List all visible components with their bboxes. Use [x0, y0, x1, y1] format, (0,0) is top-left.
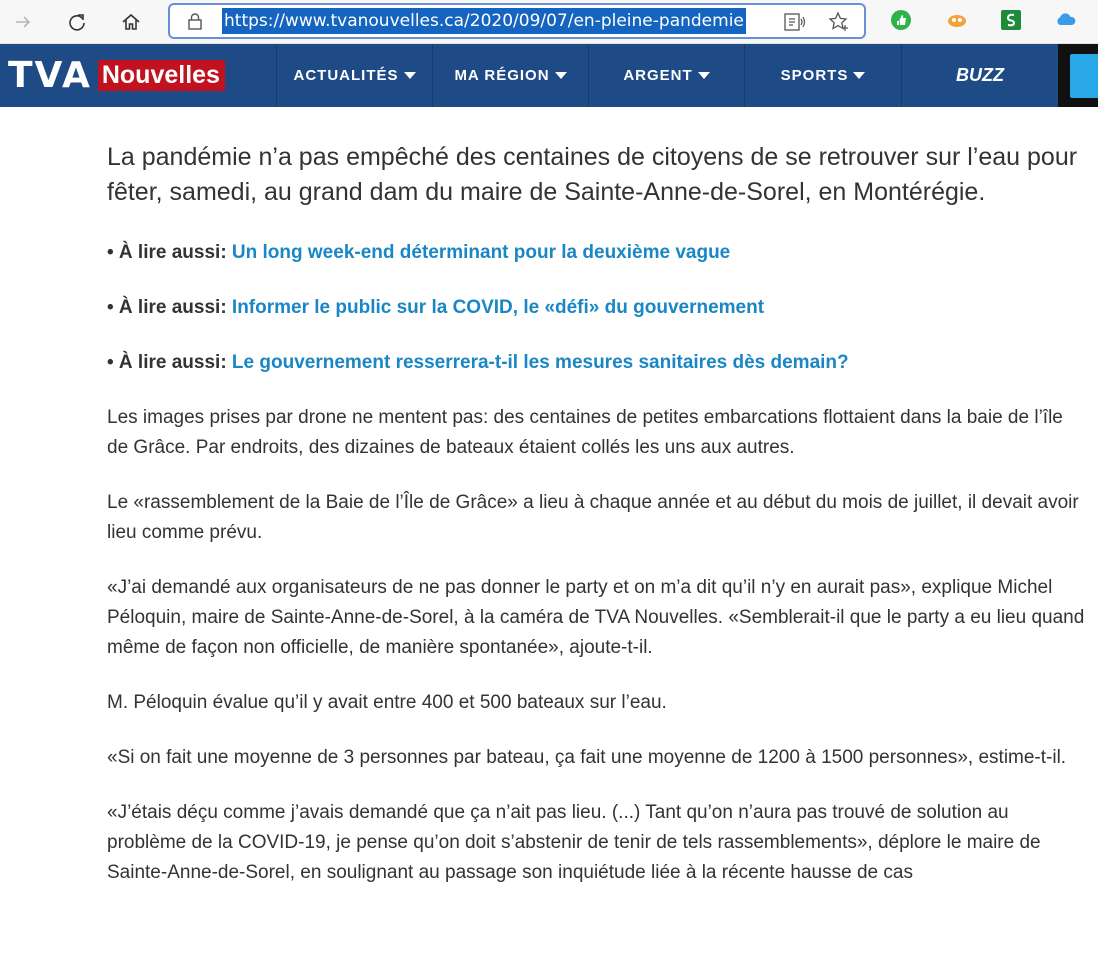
read-also-item: • À lire aussi: Informer le public sur l…	[107, 293, 1087, 323]
caret-down-icon	[403, 71, 416, 79]
article-paragraph: «J’étais déçu comme j’avais demandé que …	[107, 802, 1041, 883]
logo-nouvelles: Nouvelles	[97, 60, 225, 91]
address-bar[interactable]: https://www.tvanouvelles.ca/2020/09/07/e…	[168, 3, 866, 39]
read-also-label: • À lire aussi:	[107, 242, 227, 263]
article-paragraph: M. Péloquin évalue qu’il y avait entre 4…	[107, 692, 667, 713]
browser-toolbar: https://www.tvanouvelles.ca/2020/09/07/e…	[0, 0, 1098, 44]
extension-green-icon[interactable]	[890, 9, 912, 31]
read-also-label: • À lire aussi:	[107, 297, 227, 318]
nav-label: SPORTS	[780, 67, 849, 84]
nav-argent[interactable]: ARGENT	[588, 44, 744, 107]
nav-label: BUZZ	[956, 65, 1004, 85]
article-paragraph: «Si on fait une moyenne de 3 personnes p…	[107, 747, 1067, 768]
favorite-star-icon[interactable]	[828, 11, 850, 33]
nav-buzz[interactable]: BUZZ	[901, 44, 1058, 107]
home-icon	[122, 13, 140, 30]
read-also-label: • À lire aussi:	[107, 352, 227, 373]
site-header: TVA Nouvelles ACTUALITÉS MA RÉGION ARGEN…	[0, 44, 1098, 107]
read-also-item: • À lire aussi: Un long week-end détermi…	[107, 238, 1087, 268]
qub-logo-icon[interactable]	[1070, 54, 1098, 98]
nav-label: ACTUALITÉS	[293, 67, 399, 84]
article-paragraph: Les images prises par drone ne mentent p…	[107, 407, 1063, 458]
article-lead: La pandémie n’a pas empêché des centaine…	[107, 143, 1078, 206]
caret-down-icon	[697, 71, 710, 79]
back-button[interactable]	[8, 7, 38, 37]
nav-sports[interactable]: SPORTS	[744, 44, 901, 107]
extension-s-icon[interactable]	[1000, 9, 1022, 31]
read-also-link[interactable]: Le gouvernement resserrera-t-il les mesu…	[232, 352, 849, 373]
arrow-right-icon	[16, 15, 31, 28]
extension-orange-icon[interactable]	[946, 9, 968, 31]
nav-ma-region[interactable]: MA RÉGION	[432, 44, 588, 107]
logo-tva: TVA	[8, 54, 92, 96]
refresh-icon	[69, 13, 85, 31]
read-also-link[interactable]: Informer le public sur la COVID, le «déf…	[232, 297, 764, 318]
caret-down-icon	[554, 71, 567, 79]
tva-nouvelles-logo[interactable]: TVA Nouvelles	[0, 44, 276, 107]
read-also-item: • À lire aussi: Le gouvernement resserre…	[107, 348, 1087, 378]
article-paragraph: «J’ai demandé aux organisateurs de ne pa…	[107, 577, 1085, 658]
refresh-button[interactable]	[62, 7, 92, 37]
lock-icon	[188, 13, 202, 30]
nav-label: MA RÉGION	[454, 67, 550, 84]
article-paragraph: Le «rassemblement de la Baie de l’Île de…	[107, 492, 1079, 543]
nav-actualites[interactable]: ACTUALITÉS	[276, 44, 432, 107]
header-right-area	[1058, 44, 1098, 107]
read-aloud-icon[interactable]	[784, 12, 806, 32]
home-button[interactable]	[116, 7, 146, 37]
caret-down-icon	[853, 71, 866, 79]
cloud-icon[interactable]	[1055, 9, 1077, 31]
nav-label: ARGENT	[623, 67, 693, 84]
article-body: La pandémie n’a pas empêché des centaine…	[107, 140, 1087, 913]
read-also-link[interactable]: Un long week-end déterminant pour la deu…	[232, 242, 730, 263]
url-text[interactable]: https://www.tvanouvelles.ca/2020/09/07/e…	[222, 8, 746, 34]
